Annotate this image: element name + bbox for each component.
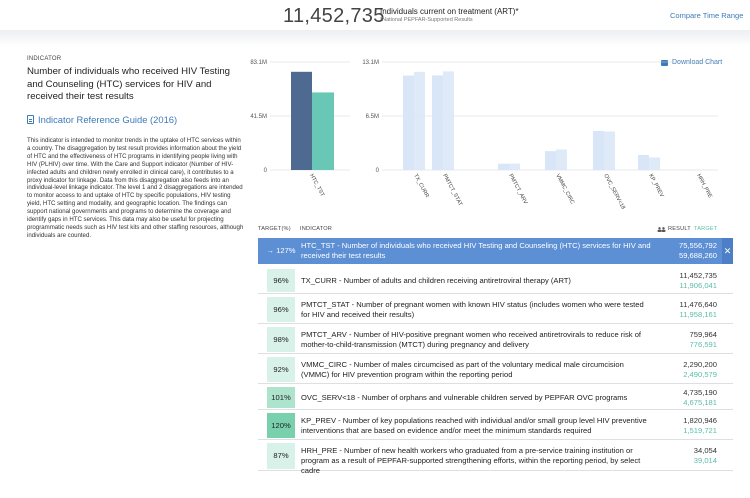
target-bar — [312, 92, 334, 170]
col-header-indicator[interactable]: INDICATOR — [300, 226, 332, 232]
y-tick-label: 0 — [264, 168, 268, 174]
target-value: 2,490,579 — [683, 369, 717, 379]
result-value: 11,452,735 — [679, 270, 717, 280]
target-bar — [604, 131, 615, 170]
indicator-text: VMMC_CIRC - Number of males circumcised … — [301, 359, 624, 379]
people-icon — [657, 227, 666, 232]
result-value: 2,290,200 — [683, 359, 717, 369]
indicator-text: OVC_SERV<18 - Number of orphans and vuln… — [301, 392, 628, 402]
x-tick-label: PMTCT_ARV — [507, 173, 528, 205]
result-bar — [291, 71, 312, 170]
indicator-text: HRH_PRE - Number of new health workers w… — [301, 446, 641, 475]
indicator-text: KP_PREV - Number of key populations reac… — [301, 415, 647, 435]
target-bar — [414, 71, 425, 170]
target-pct: 96% — [273, 304, 289, 314]
x-tick-label: KP_PREV — [647, 173, 664, 199]
target-value: 59,688,260 — [678, 251, 717, 260]
x-tick-label: VMMC_CIRC — [554, 173, 575, 205]
target-value: 39,014 — [693, 456, 717, 465]
target-pct: 98% — [273, 334, 289, 344]
x-tick-label: HTC_TST — [308, 173, 325, 198]
x-tick-label: HRH_PRE — [695, 173, 713, 199]
target-bar — [556, 149, 567, 170]
target-bar — [443, 71, 454, 170]
table-row[interactable]: 101% OVC_SERV<18 - Number of orphans and … — [258, 385, 733, 410]
close-icon[interactable]: ✕ — [722, 238, 733, 264]
result-bar — [545, 151, 556, 170]
target-value: 1,519,721 — [683, 425, 717, 435]
target-pct: 101% — [271, 392, 291, 402]
target-pct: 92% — [273, 364, 289, 374]
table-row[interactable]: → 127% HTC_TST - Number of individuals wh… — [258, 238, 733, 264]
target-bar — [509, 163, 520, 170]
col-header-target-pct[interactable]: TARGET(%) — [258, 226, 291, 232]
table-row[interactable]: 87% HRH_PRE - Number of new health worker… — [258, 441, 733, 475]
table-row[interactable]: 96% PMTCT_STAT - Number of pregnant women… — [258, 295, 733, 324]
result-bar — [432, 75, 443, 170]
y-tick-label: 41.5M — [250, 114, 267, 120]
col-header-result[interactable]: RESULT — [668, 226, 691, 232]
result-value: 4,735,190 — [683, 387, 717, 397]
result-bar — [403, 75, 414, 170]
x-tick-label: PMTCT_STAT — [441, 173, 463, 207]
target-value: 11,906,041 — [679, 280, 717, 290]
target-pct: → 127% — [266, 246, 296, 255]
col-header-target[interactable]: TARGET — [694, 226, 717, 232]
result-bar — [593, 130, 604, 170]
y-tick-label: 83.1M — [250, 60, 267, 66]
result-value: 11,476,640 — [679, 299, 717, 309]
y-tick-label: 13.1M — [362, 60, 379, 66]
result-value: 75,556,792 — [678, 241, 717, 250]
bar-charts: 83.1M 41.5M 0 HTC_TST 13.1M 6.5M 0 TX_CURR PMTCT… — [250, 60, 718, 211]
target-value: 11,958,161 — [679, 309, 717, 319]
table-row[interactable]: 120% KP_PREV - Number of key populations … — [258, 411, 733, 440]
target-bar — [649, 157, 660, 170]
indicator-text: TX_CURR - Number of adults and children … — [301, 275, 571, 285]
target-value: 4,675,181 — [683, 397, 717, 407]
result-value: 1,820,946 — [683, 415, 717, 425]
x-tick-label: OVC_SERV<18 — [602, 173, 626, 210]
target-pct: 87% — [273, 451, 289, 460]
result-bar — [498, 163, 509, 170]
indicator-text: PMTCT_STAT - Number of pregnant women wi… — [301, 299, 644, 319]
result-bar — [638, 154, 649, 170]
table-row[interactable]: 96% TX_CURR - Number of adults and childr… — [258, 267, 733, 294]
result-value: 759,964 — [689, 329, 717, 339]
target-pct: 120% — [271, 420, 291, 430]
target-value: 776,591 — [689, 339, 717, 349]
y-tick-label: 0 — [376, 168, 380, 174]
result-value: 34,054 — [693, 446, 717, 455]
target-pct: 96% — [273, 275, 289, 285]
indicator-text: PMTCT_ARV - Number of HIV-positive pregn… — [301, 329, 642, 349]
x-tick-label: TX_CURR — [412, 173, 430, 199]
table-row[interactable]: 92% VMMC_CIRC - Number of males circumcis… — [258, 355, 733, 384]
table-row[interactable]: 98% PMTCT_ARV - Number of HIV-positive pr… — [258, 325, 733, 354]
y-tick-label: 6.5M — [366, 114, 379, 120]
indicator-text: HTC_TST - Number of individuals who rece… — [301, 241, 651, 260]
